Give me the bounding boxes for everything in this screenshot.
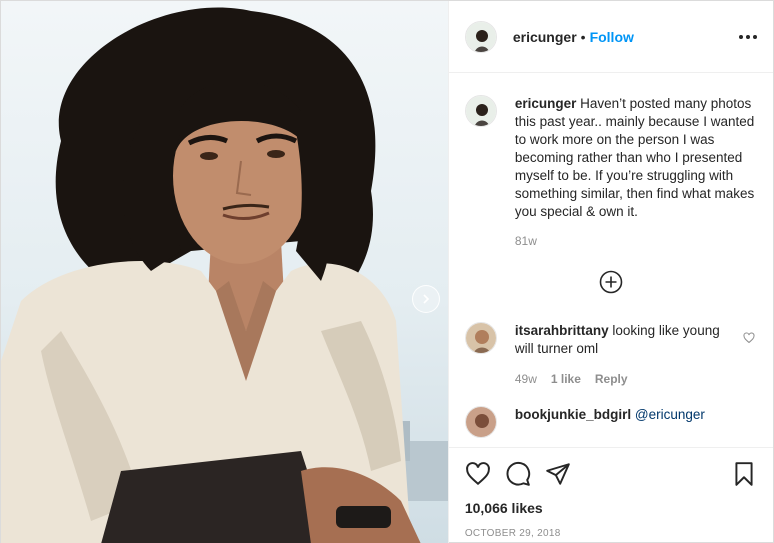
next-photo-button[interactable] (412, 285, 440, 313)
action-icons (465, 458, 757, 490)
comment-meta: 49w 1 like Reply (515, 372, 735, 386)
comment-mention[interactable]: @ericunger (635, 407, 705, 422)
caption-author[interactable]: ericunger (515, 96, 577, 111)
post-photo[interactable] (1, 1, 448, 543)
separator-dot: • (580, 28, 586, 45)
caption-avatar[interactable] (464, 95, 497, 127)
comment-item: itsarahbrittany looking like young will … (464, 322, 757, 386)
comment-likes[interactable]: 1 like (551, 372, 581, 386)
author-avatar[interactable] (464, 20, 497, 53)
portrait-image (1, 7, 448, 543)
post-sidebar: ericunger • Follow ericunger Haven’t pos… (447, 1, 773, 543)
post-actions: 10,066 likes OCTOBER 29, 2018 (448, 447, 773, 539)
heart-icon[interactable] (743, 332, 755, 344)
caption-text: ericunger Haven’t posted many photos thi… (515, 95, 755, 221)
comment-text: itsarahbrittany looking like young will … (515, 322, 735, 358)
comment-text: bookjunkie_bdgirl @ericunger (515, 406, 735, 438)
paper-plane-icon (546, 463, 570, 485)
plus-circle-icon (599, 270, 623, 294)
caption-time[interactable]: 81w (515, 234, 755, 248)
follow-button[interactable]: Follow (590, 29, 634, 45)
avatar-image (465, 323, 496, 353)
bookmark-icon (735, 462, 753, 486)
author-username[interactable]: ericunger (513, 29, 577, 45)
heart-icon (465, 462, 490, 486)
avatar-image (465, 407, 496, 437)
chevron-right-icon (423, 294, 430, 304)
avatar-image (465, 96, 496, 126)
caption: ericunger Haven’t posted many photos thi… (464, 73, 757, 248)
comment-time[interactable]: 49w (515, 372, 537, 386)
reply-button[interactable]: Reply (595, 372, 628, 386)
comment-item: bookjunkie_bdgirl @ericunger (464, 406, 757, 438)
more-options-icon[interactable] (739, 34, 757, 39)
comment-author[interactable]: itsarahbrittany (515, 323, 609, 338)
commenter-avatar[interactable] (464, 406, 497, 438)
instagram-post: ericunger • Follow ericunger Haven’t pos… (0, 0, 774, 543)
likes-count[interactable]: 10,066 likes (465, 500, 757, 516)
save-button[interactable] (731, 461, 757, 487)
comment-bubble-icon (506, 461, 530, 486)
comment-button[interactable] (505, 461, 531, 487)
commenter-avatar[interactable] (464, 322, 497, 354)
load-more-comments-button[interactable] (465, 270, 757, 294)
share-button[interactable] (545, 461, 571, 487)
avatar-image (465, 21, 496, 52)
comments-list[interactable]: ericunger Haven’t posted many photos thi… (449, 73, 773, 447)
comment-author[interactable]: bookjunkie_bdgirl (515, 407, 631, 422)
like-button[interactable] (465, 461, 491, 487)
caption-body: Haven’t posted many photos this past yea… (514, 96, 755, 219)
post-date[interactable]: OCTOBER 29, 2018 (465, 528, 757, 539)
post-header: ericunger • Follow (448, 1, 773, 73)
